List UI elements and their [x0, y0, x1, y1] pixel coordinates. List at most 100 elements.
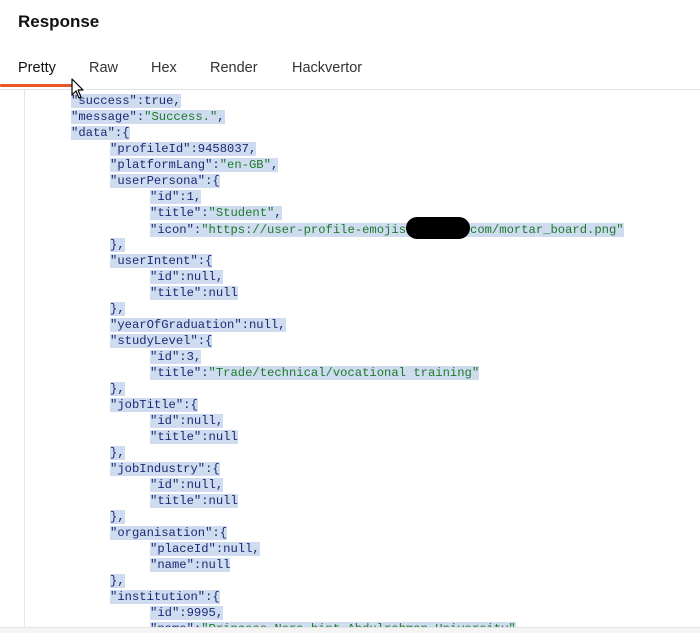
- json-punctuation: :: [201, 430, 209, 444]
- code-line: "organisation":{: [110, 525, 228, 541]
- tab-hex[interactable]: Hex: [151, 60, 177, 76]
- json-punctuation: ,: [270, 158, 279, 172]
- json-punctuation: },: [110, 382, 125, 396]
- selected-text: "name":null: [150, 558, 231, 572]
- code-line: },: [110, 381, 125, 397]
- gutter-divider: [24, 90, 25, 628]
- json-punctuation: ,: [215, 606, 224, 620]
- json-key: "id": [150, 190, 180, 204]
- tab-raw[interactable]: Raw: [89, 60, 118, 76]
- json-punctuation: ,: [252, 542, 260, 556]
- code-line: "jobTitle":{: [110, 397, 198, 413]
- code-line: "title":null: [150, 493, 238, 509]
- json-punctuation: ,: [248, 142, 257, 156]
- selected-text: "organisation":{: [110, 526, 228, 540]
- redaction-mark: [406, 217, 471, 239]
- json-key: "placeId": [150, 542, 216, 556]
- selected-text: "studyLevel":{: [110, 334, 213, 348]
- selected-text: "id":1,: [150, 190, 202, 204]
- json-punctuation: :: [201, 366, 209, 380]
- json-punctuation: ,: [215, 478, 224, 492]
- tab-pretty[interactable]: Pretty: [18, 60, 56, 76]
- code-line: "success":true,: [71, 93, 181, 109]
- json-value: true: [144, 94, 174, 108]
- code-line: },: [110, 573, 125, 589]
- panel-title: Response: [18, 12, 100, 31]
- json-punctuation: :: [179, 478, 187, 492]
- selected-text: "platformLang":"en-GB",: [110, 158, 279, 172]
- json-value: 3: [186, 350, 194, 364]
- json-punctuation: },: [110, 302, 125, 316]
- json-punctuation: ,: [193, 350, 202, 364]
- response-editor[interactable]: "success":true, "message":"Success.", "dat…: [0, 90, 700, 628]
- tab-hackvertor[interactable]: Hackvertor: [292, 60, 362, 76]
- json-key: "id": [150, 478, 180, 492]
- selected-text: },: [110, 574, 125, 588]
- json-punctuation: },: [110, 238, 125, 252]
- json-punctuation: :: [179, 190, 187, 204]
- selected-text: "placeId":null,: [150, 542, 260, 556]
- json-punctuation: ,: [278, 318, 286, 332]
- code-line: "id":null,: [150, 477, 224, 493]
- tab-render[interactable]: Render: [210, 60, 258, 76]
- json-key: "data": [71, 126, 115, 140]
- json-punctuation: },: [110, 446, 125, 460]
- code-line: },: [110, 445, 125, 461]
- code-line: "platformLang":"en-GB",: [110, 157, 279, 173]
- selected-text: "title":"Student",: [150, 206, 282, 220]
- code-line: "jobIndustry":{: [110, 461, 220, 477]
- selected-text: "profileId":9458037,: [110, 142, 257, 156]
- selected-text: "title":null: [150, 430, 238, 444]
- selected-text: "id":3,: [150, 350, 202, 364]
- json-punctuation: ,: [217, 110, 225, 124]
- json-key: "title": [150, 286, 202, 300]
- code-line: "title":null: [150, 285, 238, 301]
- json-punctuation: :{: [197, 334, 213, 348]
- selected-text: "message":"Success.",: [71, 110, 225, 124]
- json-punctuation: :: [241, 318, 249, 332]
- json-punctuation: :: [179, 350, 187, 364]
- code-line: "institution":{: [110, 589, 220, 605]
- active-tab-indicator: [0, 84, 72, 87]
- selected-text: "id":9995,: [150, 606, 224, 620]
- json-punctuation: :{: [114, 126, 130, 140]
- json-key: "studyLevel": [110, 334, 198, 348]
- editor-bottom-bar: [0, 627, 700, 633]
- json-key: "name": [150, 558, 194, 572]
- json-key: "title": [150, 494, 202, 508]
- json-key: "institution": [110, 590, 206, 604]
- code-line: "userIntent":{: [110, 253, 213, 269]
- json-key: "id": [150, 350, 180, 364]
- selected-text: "id":null,: [150, 270, 224, 284]
- code-line: "message":"Success.",: [71, 109, 225, 125]
- json-value: 1: [186, 190, 194, 204]
- json-string: "https://user-profile-emojis: [201, 223, 407, 238]
- selected-text: },: [110, 238, 125, 252]
- json-punctuation: },: [110, 510, 125, 524]
- selected-text: },: [110, 446, 125, 460]
- json-key: "yearOfGraduation": [110, 318, 242, 332]
- json-key: "icon": [150, 223, 194, 238]
- json-punctuation: :: [179, 414, 187, 428]
- json-punctuation: :: [179, 270, 187, 284]
- code-line: "id":9995,: [150, 605, 224, 621]
- json-punctuation: ,: [215, 414, 224, 428]
- json-punctuation: :{: [212, 526, 228, 540]
- json-punctuation: :{: [205, 462, 220, 476]
- code-line: "data":{: [71, 125, 130, 141]
- selected-text: "success":true,: [71, 94, 181, 108]
- json-key: "userPersona": [110, 174, 206, 188]
- code-line: "id":null,: [150, 269, 224, 285]
- json-key: "message": [71, 110, 137, 124]
- json-punctuation: :: [201, 206, 209, 220]
- code-line: "id":null,: [150, 413, 224, 429]
- json-value: null: [186, 414, 216, 428]
- code-line: "yearOfGraduation":null,: [110, 317, 286, 333]
- selected-text: },: [110, 382, 125, 396]
- code-line: "profileId":9458037,: [110, 141, 257, 157]
- selected-text: "yearOfGraduation":null,: [110, 318, 286, 332]
- json-punctuation: :{: [205, 590, 220, 604]
- json-key: "jobTitle": [110, 398, 184, 412]
- json-punctuation: :: [201, 494, 209, 508]
- code-line: },: [110, 509, 125, 525]
